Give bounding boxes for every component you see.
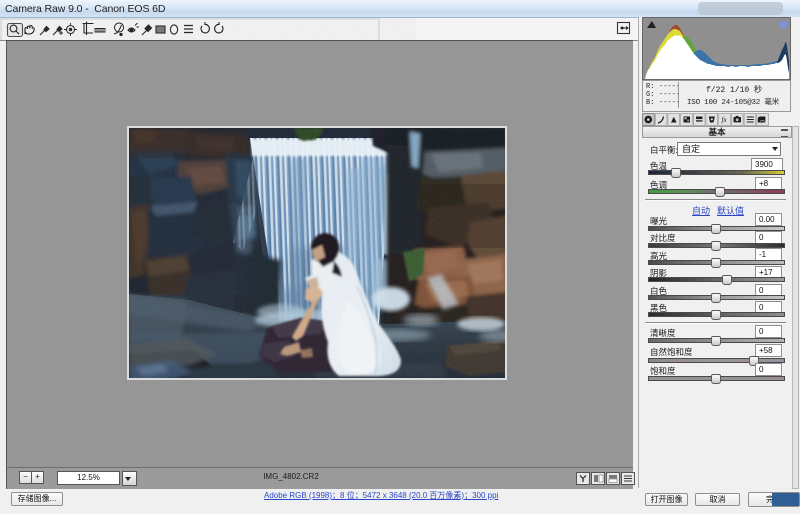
svg-text:fx: fx (722, 116, 728, 124)
